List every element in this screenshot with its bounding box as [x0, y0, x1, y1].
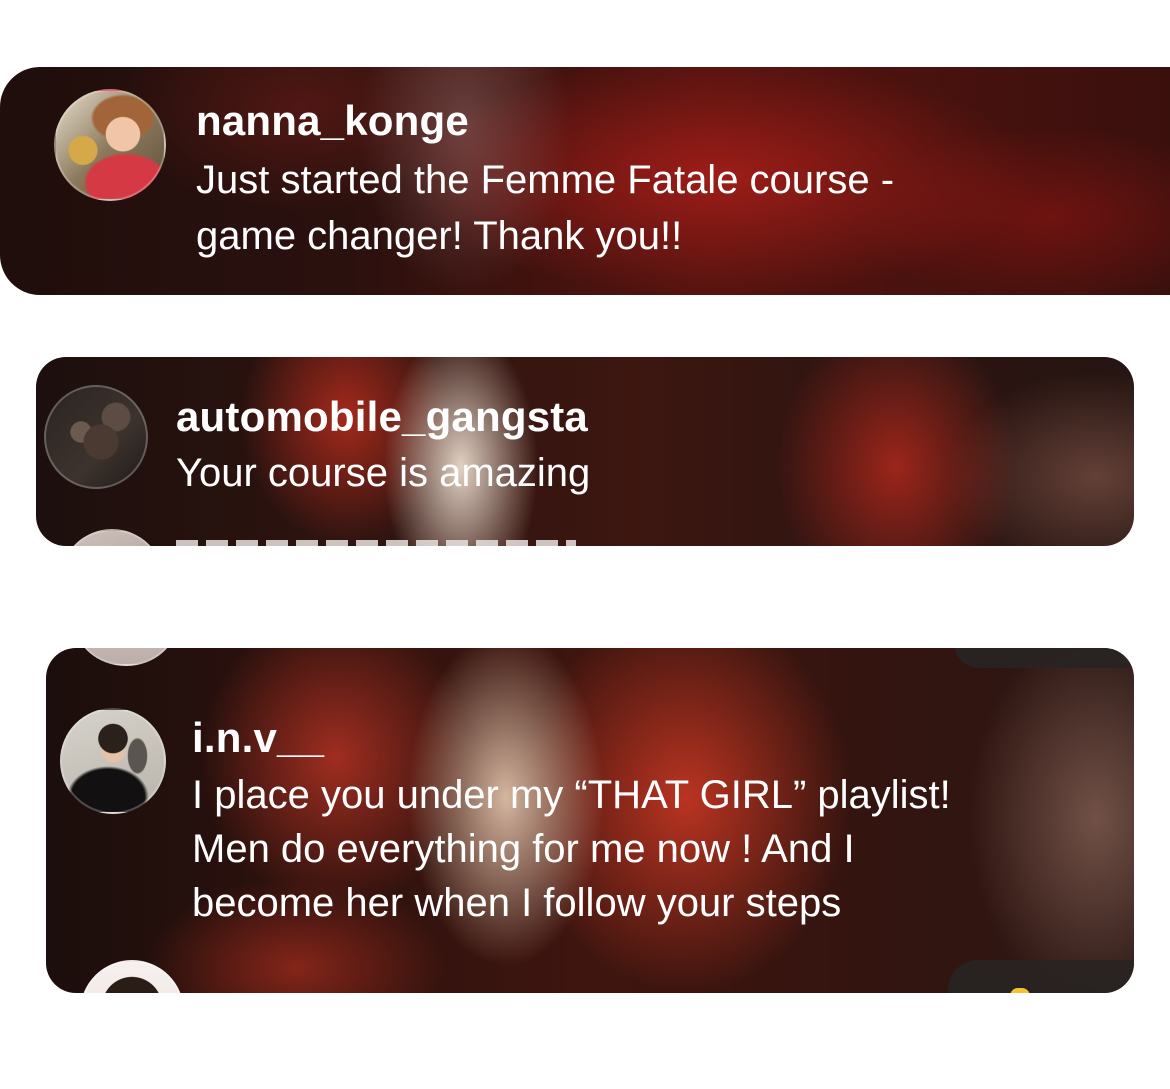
comment-card-automobile-gangsta: automobile_gangsta Your course is amazin… — [36, 357, 1134, 546]
comment-text-line: Just started the Femme Fatale course - — [196, 158, 895, 202]
next-comment-username-partial — [176, 533, 576, 546]
previous-comment-avatar-partial — [74, 648, 178, 666]
comment-username[interactable]: automobile_gangsta — [176, 393, 588, 441]
comment-text-line: Your course is amazing — [176, 451, 591, 495]
user-avatar[interactable] — [54, 89, 166, 201]
user-avatar[interactable] — [44, 385, 148, 489]
overlay-pill-partial — [954, 648, 1134, 668]
comment-username[interactable]: nanna_konge — [196, 97, 469, 145]
overlay-pill-partial — [948, 960, 1134, 993]
next-comment-avatar-partial — [60, 529, 164, 546]
next-comment-avatar-partial — [80, 960, 184, 993]
comment-text-line: become her when I follow your steps — [192, 881, 842, 925]
comment-text-line: Men do everything for me now ! And I — [192, 827, 855, 871]
comment-username[interactable]: i.n.v__ — [192, 714, 324, 762]
comment-text-line: I place you under my “THAT GIRL” playlis… — [192, 773, 951, 817]
comment-card-inv: i.n.v__ I place you under my “THAT GIRL”… — [46, 648, 1134, 993]
comment-card-nanna-konge: nanna_konge Just started the Femme Fatal… — [0, 67, 1170, 295]
comment-text-line: game changer! Thank you!! — [196, 214, 683, 258]
user-avatar[interactable] — [60, 708, 166, 814]
